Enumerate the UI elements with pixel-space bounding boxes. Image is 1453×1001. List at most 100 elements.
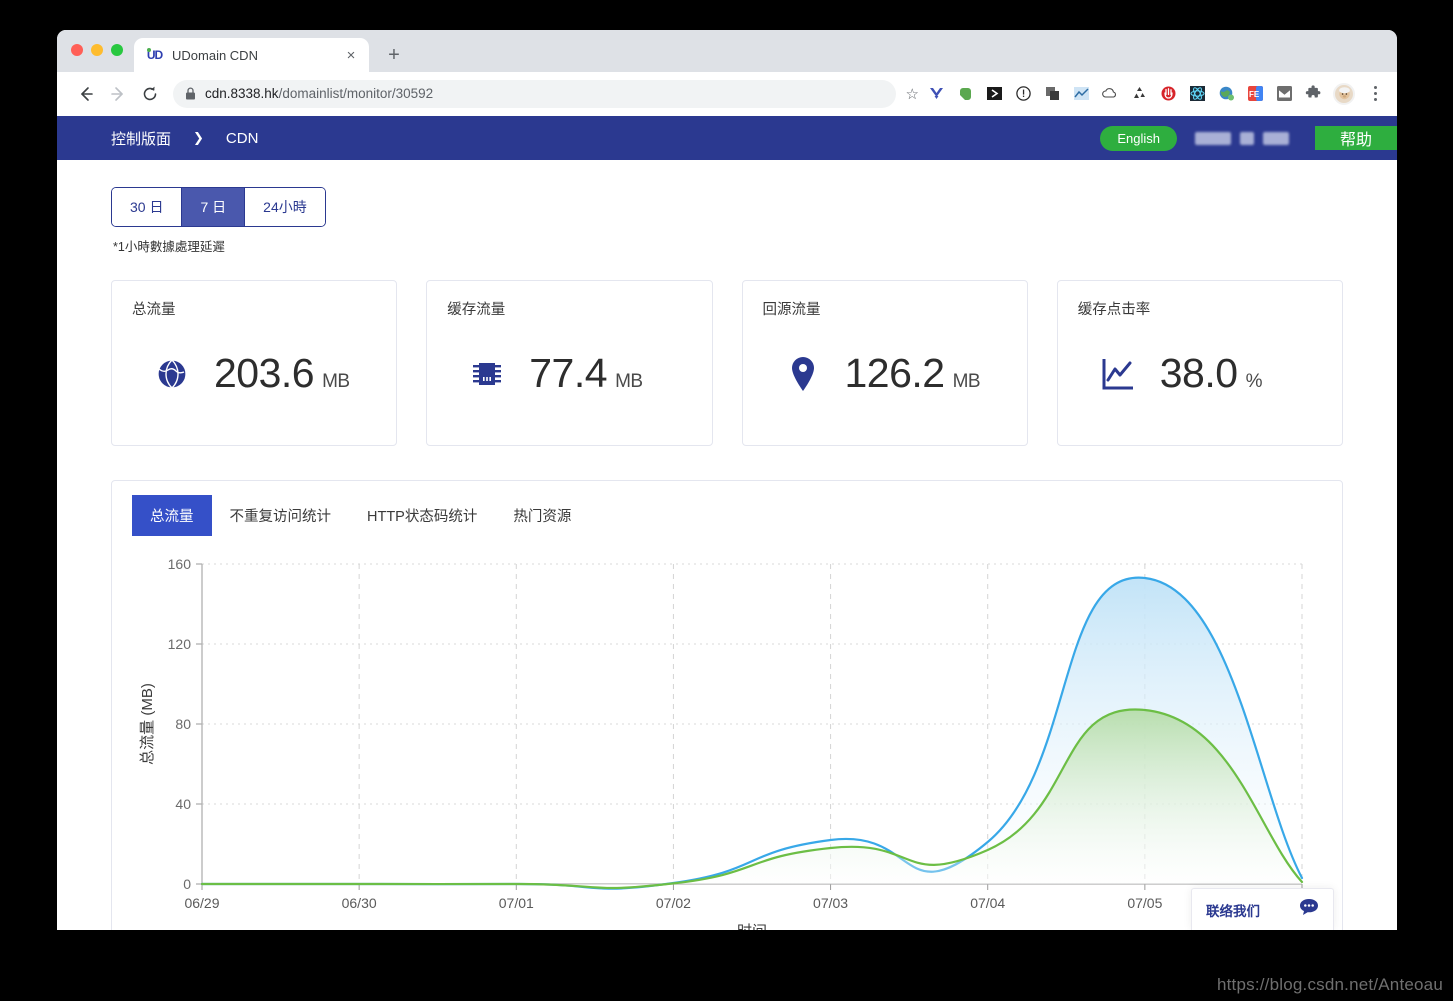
stat-card-title: 总流量	[132, 298, 376, 319]
chevron-right-icon: ❯	[193, 130, 204, 146]
stat-card-value: 126.2	[845, 350, 945, 397]
contact-us-widget[interactable]: 联络我们	[1191, 888, 1334, 930]
stat-card-value: 38.0	[1160, 350, 1238, 397]
copy-extension-icon[interactable]	[1043, 85, 1061, 103]
range-tab-24h[interactable]: 24小時	[245, 188, 325, 226]
stat-card-unit: %	[1246, 371, 1262, 393]
stat-card-unit: MB	[953, 371, 981, 393]
chart-tab-unique-visits[interactable]: 不重复访问统计	[212, 495, 350, 536]
svg-text:07/03: 07/03	[813, 895, 848, 911]
stat-card-unit: MB	[322, 371, 350, 393]
react-devtools-extension-icon[interactable]	[1188, 85, 1206, 103]
data-delay-note: *1小時數據處理延遲	[59, 236, 1397, 255]
chart-tabs: 总流量 不重复访问统计 HTTP状态码统计 热门资源	[112, 481, 1342, 536]
stat-card-body: 126.2 MB	[763, 319, 1007, 428]
browser-window: UD UDomain CDN × + cd	[57, 30, 1397, 930]
close-window-button[interactable]	[71, 44, 83, 56]
gmail-extension-icon[interactable]	[1275, 85, 1293, 103]
chart-y-axis-label: 总流量 (MB)	[139, 683, 156, 765]
traffic-area-chart: 0408012016006/2906/3007/0107/0207/0307/0…	[112, 536, 1342, 930]
stat-card-value-group: 38.0 %	[1160, 350, 1262, 397]
globe-icon	[152, 356, 192, 392]
stat-card-value-group: 77.4 MB	[529, 350, 642, 397]
stat-card-body: 77.4 MB	[447, 319, 691, 428]
svg-text:07/02: 07/02	[656, 895, 691, 911]
breadcrumb: 控制版面 ❯ CDN	[57, 116, 258, 160]
stat-card-value-group: 126.2 MB	[845, 350, 981, 397]
time-range-selector: 30 日 7 日 24小時	[57, 160, 1397, 227]
chart-x-axis-label: 时间	[737, 923, 767, 930]
web-page: 控制版面 ❯ CDN English 帮助	[57, 116, 1397, 930]
range-tab-30d[interactable]: 30 日	[112, 188, 182, 226]
svg-text:FE: FE	[1249, 90, 1260, 99]
new-tab-icon[interactable]: +	[380, 41, 408, 69]
bookmark-star-icon[interactable]: ☆	[906, 85, 919, 103]
range-tab-7d[interactable]: 7 日	[182, 188, 245, 226]
reload-icon[interactable]	[135, 79, 165, 109]
globe-extension-icon[interactable]	[1217, 85, 1235, 103]
stat-card-unit: MB	[615, 371, 643, 393]
desktop-backdrop: UD UDomain CDN × + cd	[0, 0, 1453, 1001]
lock-icon	[185, 87, 196, 100]
adblock-extension-icon[interactable]	[1159, 85, 1177, 103]
stat-card-title: 缓存点击率	[1078, 298, 1322, 319]
svg-text:40: 40	[175, 796, 191, 812]
stat-card-title: 回源流量	[763, 298, 1007, 319]
profile-avatar[interactable]	[1333, 83, 1355, 105]
chart-tab-popular-resources[interactable]: 热门资源	[495, 495, 589, 536]
chat-bubble-icon[interactable]	[1299, 898, 1319, 921]
svg-text:06/29: 06/29	[184, 895, 219, 911]
recycle-extension-icon[interactable]	[1130, 85, 1148, 103]
stat-card-cache-hit-rate: 缓存点击率 38.0 %	[1057, 280, 1343, 446]
minimize-window-button[interactable]	[91, 44, 103, 56]
contact-us-label: 联络我们	[1206, 900, 1260, 920]
language-toggle-button[interactable]: English	[1100, 126, 1177, 151]
cloud-extension-icon[interactable]	[1101, 85, 1119, 103]
svg-text:80: 80	[175, 716, 191, 732]
breadcrumb-root[interactable]: 控制版面	[111, 128, 171, 149]
browser-tab-strip: UD UDomain CDN × +	[57, 30, 1397, 72]
close-tab-icon[interactable]: ×	[342, 46, 360, 64]
window-controls[interactable]	[71, 44, 123, 56]
address-bar[interactable]: cdn.8338.hk/domainlist/monitor/30592	[173, 80, 896, 108]
extensions-puzzle-icon[interactable]	[1304, 85, 1322, 103]
stat-card-body: 38.0 %	[1078, 319, 1322, 428]
chart-tab-http-status[interactable]: HTTP状态码统计	[349, 495, 495, 536]
browser-menu-icon[interactable]	[1365, 86, 1385, 101]
chart-panel: 总流量 不重复访问统计 HTTP状态码统计 热门资源 0408012016006…	[111, 480, 1343, 930]
browser-tab-title: UDomain CDN	[172, 48, 333, 63]
evernote-extension-icon[interactable]	[956, 85, 974, 103]
url-host: cdn.8338.hk	[205, 86, 279, 101]
pocket-extension-icon[interactable]	[985, 85, 1003, 103]
time-range-segmented-control: 30 日 7 日 24小時	[111, 187, 326, 227]
back-icon[interactable]	[71, 79, 101, 109]
svg-text:07/05: 07/05	[1127, 895, 1162, 911]
stat-card-origin-traffic: 回源流量 126.2 MB	[742, 280, 1028, 446]
line-chart-icon	[1098, 356, 1138, 392]
fe-extension-icon[interactable]: FE	[1246, 85, 1264, 103]
forward-icon[interactable]	[103, 79, 133, 109]
browser-tab[interactable]: UD UDomain CDN ×	[134, 38, 369, 72]
app-header: 控制版面 ❯ CDN English 帮助	[57, 116, 1397, 160]
yandex-extension-icon[interactable]	[927, 85, 945, 103]
chart-canvas: 0408012016006/2906/3007/0107/0207/0307/0…	[132, 554, 1322, 930]
stat-cards: 总流量 203.6 MB 缓存流量	[57, 255, 1397, 446]
stat-card-value: 77.4	[529, 350, 607, 397]
header-spacer	[258, 116, 1100, 160]
svg-text:06/30: 06/30	[342, 895, 377, 911]
udomain-favicon-icon: UD	[146, 47, 163, 64]
stat-card-body: 203.6 MB	[132, 319, 376, 428]
stat-card-cache-traffic: 缓存流量 77.4 MB	[426, 280, 712, 446]
map-pin-icon	[783, 355, 823, 393]
chart-tab-total-traffic[interactable]: 总流量	[132, 495, 212, 536]
info-extension-icon[interactable]	[1014, 85, 1032, 103]
help-button[interactable]: 帮助	[1315, 126, 1397, 150]
redacted-account-info	[1195, 132, 1289, 145]
maximize-window-button[interactable]	[111, 44, 123, 56]
breadcrumb-current[interactable]: CDN	[226, 130, 259, 147]
svg-text:07/04: 07/04	[970, 895, 1005, 911]
analytics-extension-icon[interactable]	[1072, 85, 1090, 103]
url-path: /domainlist/monitor/30592	[279, 86, 434, 101]
stat-card-value: 203.6	[214, 350, 314, 397]
address-bar-url: cdn.8338.hk/domainlist/monitor/30592	[205, 86, 433, 101]
